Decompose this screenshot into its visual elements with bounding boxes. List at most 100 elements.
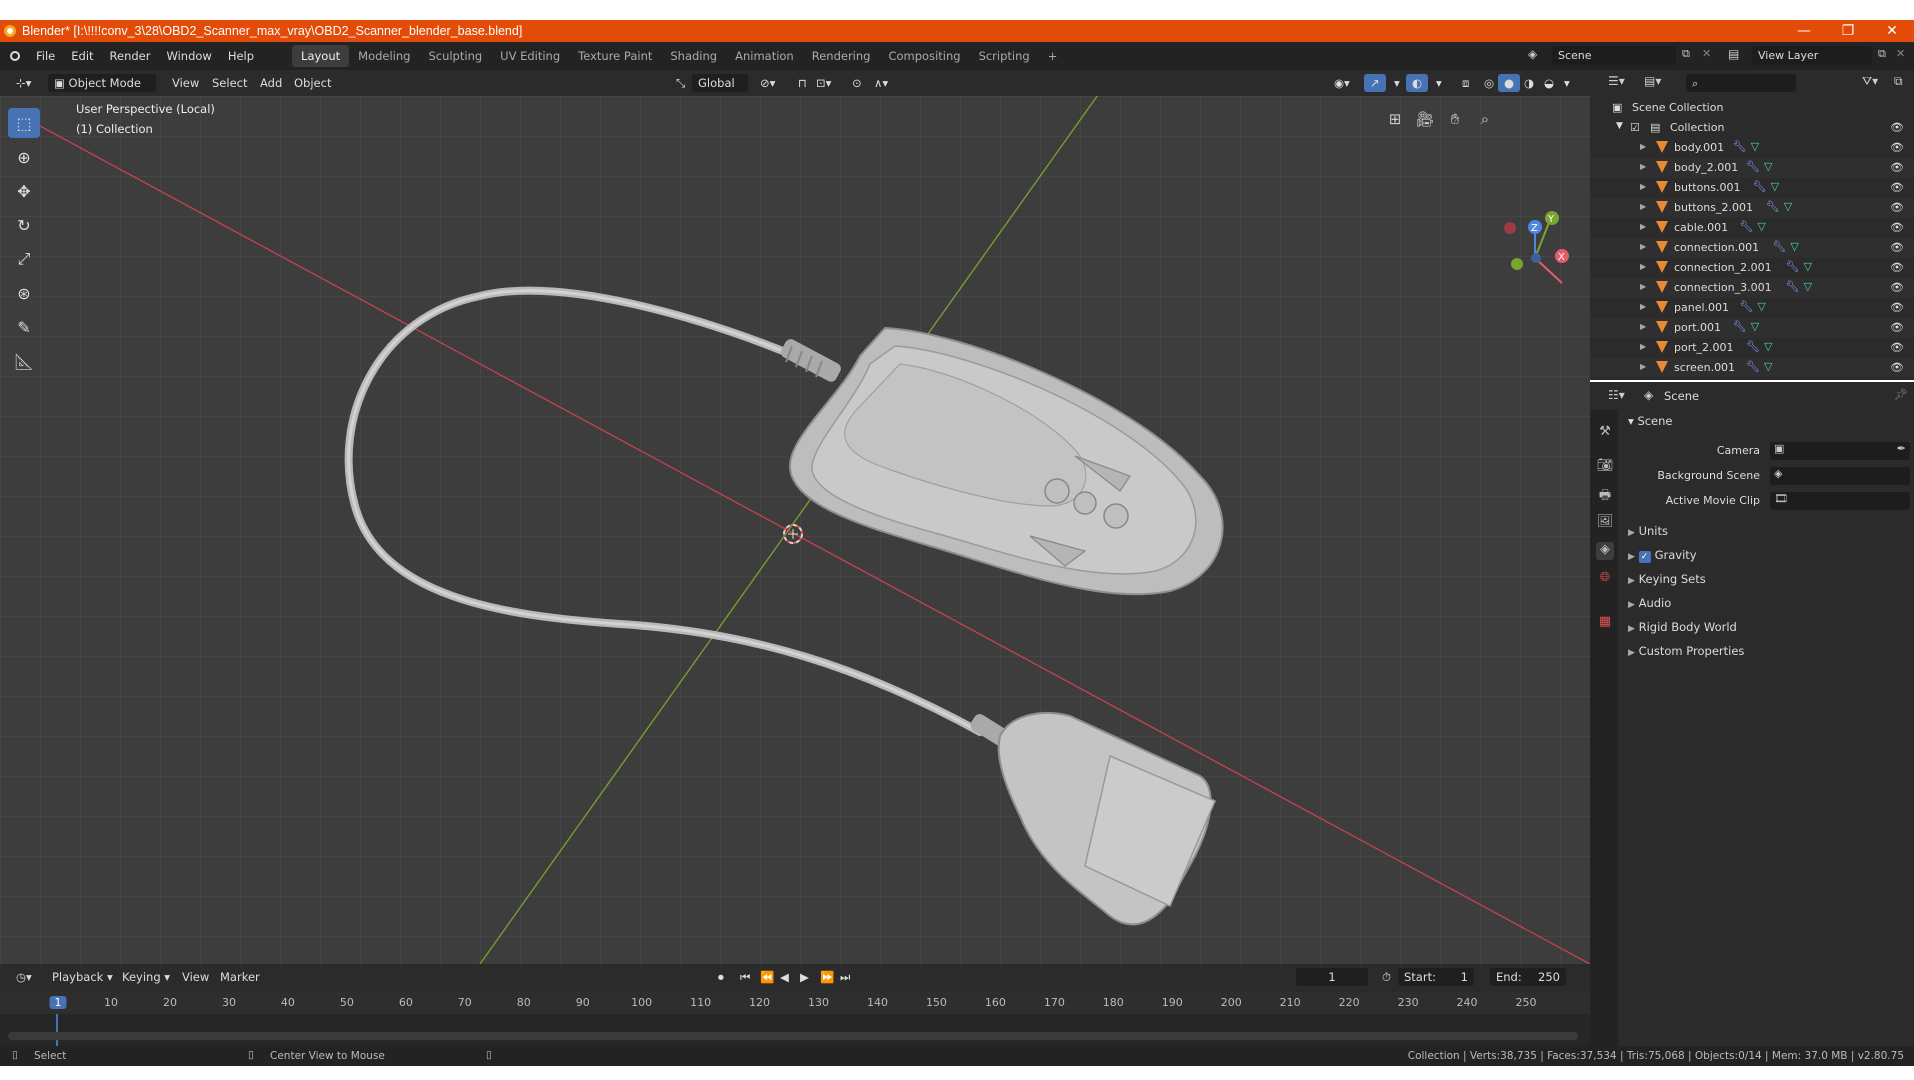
rotate-icon[interactable]: ↻ — [8, 210, 40, 240]
falloff-icon[interactable]: ∧▾ — [868, 74, 894, 92]
frame-ruler[interactable]: 1 10 20 30 40 50 60 70 80 90 100 110 120 130 140 150 160… — [0, 992, 1590, 1014]
mesh-data-icon[interactable]: ▽ — [1804, 280, 1812, 293]
menu-file[interactable]: File — [28, 49, 63, 63]
new-scene-icon[interactable]: ⧉ — [1682, 47, 1690, 61]
menu-window[interactable]: Window — [158, 49, 219, 63]
material-shading-icon[interactable]: ◑ — [1518, 74, 1540, 92]
outliner-scene-collection[interactable]: ▣ Scene Collection — [1590, 98, 1914, 118]
play-reverse-icon[interactable]: ◀ — [774, 968, 795, 986]
filter-icon[interactable]: ⛛▾ — [1862, 74, 1878, 89]
end-frame-field[interactable]: End: 250 — [1490, 968, 1566, 986]
expand-icon[interactable]: ▶ — [1640, 362, 1646, 371]
mode-selector[interactable]: ▣ Object Mode ▾ — [48, 74, 156, 108]
properties-subsection[interactable]: ▶ Rigid Body World — [1628, 620, 1737, 634]
mesh-data-icon[interactable]: ▽ — [1771, 180, 1779, 193]
gizmo-dropdown-icon[interactable]: ▾ — [1388, 74, 1406, 92]
navigation-gizmo[interactable]: Z Y X — [1504, 211, 1569, 284]
timeline-editor-icon[interactable]: ◷▾ — [10, 968, 38, 986]
annotate-icon[interactable]: ✎ — [8, 312, 40, 342]
tab-uv-editing[interactable]: UV Editing — [491, 45, 569, 67]
expand-icon[interactable]: ▶ — [1628, 624, 1635, 634]
expand-icon[interactable]: ▶ — [1640, 182, 1646, 191]
jump-start-icon[interactable]: ⏮ — [734, 968, 756, 986]
tab-rendering[interactable]: Rendering — [803, 45, 880, 67]
close-button[interactable]: ✕ — [1870, 20, 1914, 42]
delete-view-layer-icon[interactable]: ✕ — [1896, 47, 1905, 60]
tab-texture-paint[interactable]: Texture Paint — [569, 45, 661, 67]
xray-icon[interactable]: ⧈ — [1456, 74, 1475, 92]
eye-icon[interactable]: 👁︎ — [1890, 201, 1904, 214]
outliner-object-row[interactable]: ▶ connection_3.001 🔧︎ ▽ 👁︎ — [1590, 278, 1914, 298]
outliner-object-row[interactable]: ▶ body.001 🔧︎ ▽ 👁︎ — [1590, 138, 1914, 158]
modifier-wrench-icon[interactable]: 🔧︎ — [1733, 140, 1747, 153]
timeline-scrollbar[interactable] — [8, 1032, 1578, 1040]
modifier-wrench-icon[interactable]: 🔧︎ — [1739, 300, 1753, 313]
start-frame-field[interactable]: Start: 1 — [1398, 968, 1474, 986]
expand-icon[interactable]: ▶ — [1640, 262, 1646, 271]
collapse-icon[interactable]: ▼ — [1616, 121, 1623, 131]
tab-animation[interactable]: Animation — [726, 45, 803, 67]
mesh-data-icon[interactable]: ▽ — [1751, 140, 1759, 153]
pin-icon[interactable]: 📌︎ — [1894, 388, 1908, 401]
properties-subsection[interactable]: ▶ Audio — [1628, 596, 1671, 610]
menu-timeline-view[interactable]: View — [176, 968, 215, 986]
active-movie-clip-field[interactable]: 🎞︎ — [1770, 492, 1910, 510]
new-collection-icon[interactable]: ⧉ — [1894, 74, 1903, 89]
menu-marker[interactable]: Marker — [214, 968, 266, 986]
expand-icon[interactable]: ▶ — [1640, 342, 1646, 351]
eye-icon[interactable]: 👁︎ — [1890, 361, 1904, 374]
mesh-data-icon[interactable]: ▽ — [1764, 360, 1772, 373]
background-scene-field[interactable]: ◈ — [1770, 467, 1910, 485]
current-frame-field[interactable]: 1 — [1296, 968, 1368, 986]
cursor-icon[interactable]: ⊕ — [8, 142, 40, 172]
modifier-wrench-icon[interactable]: 🔧︎ — [1753, 180, 1767, 193]
orientation-selector[interactable]: Global — [692, 74, 748, 92]
shading-dropdown-icon[interactable]: ▾ — [1558, 74, 1576, 92]
snap-target-icon[interactable]: ⊡▾ — [810, 74, 837, 92]
outliner-object-row[interactable]: ▶ connection.001 🔧︎ ▽ 👁︎ — [1590, 238, 1914, 258]
expand-icon[interactable]: ▶ — [1628, 528, 1635, 538]
eye-icon[interactable]: 👁︎ — [1890, 301, 1904, 314]
delete-scene-icon[interactable]: ✕ — [1702, 47, 1711, 60]
menu-view[interactable]: View — [166, 74, 205, 92]
menu-add[interactable]: Add — [254, 74, 288, 92]
mesh-data-icon[interactable]: ▽ — [1757, 220, 1765, 233]
overlay-toggle-icon[interactable]: ◐ — [1406, 74, 1429, 92]
scene-selector-icon[interactable]: ◈ — [1528, 47, 1537, 61]
transform-icon[interactable]: ⊛ — [8, 278, 40, 308]
menu-keying[interactable]: Keying ▾ — [116, 968, 176, 986]
menu-edit[interactable]: Edit — [63, 49, 101, 63]
outliner-object-row[interactable]: ▶ panel.001 🔧︎ ▽ 👁︎ — [1590, 298, 1914, 318]
tab-scripting[interactable]: Scripting — [970, 45, 1039, 67]
rendered-shading-icon[interactable]: ◒ — [1538, 74, 1560, 92]
expand-icon[interactable]: ▶ — [1628, 552, 1635, 562]
properties-subsection[interactable]: ▶ Units — [1628, 524, 1668, 538]
tool-props-icon[interactable]: ⚒ — [1596, 424, 1614, 442]
menu-help[interactable]: Help — [220, 49, 262, 63]
timeline-body[interactable]: 1 10 20 30 40 50 60 70 80 90 100 110 120 130 140 150 160… — [0, 992, 1590, 1046]
mesh-data-icon[interactable]: ▽ — [1764, 160, 1772, 173]
move-icon[interactable]: ✥ — [8, 176, 40, 206]
stopwatch-icon[interactable]: ⏱ — [1376, 968, 1397, 986]
eye-icon[interactable]: 👁︎ — [1890, 161, 1904, 174]
visibility-icon[interactable]: ◉▾ — [1328, 74, 1356, 92]
tab-modeling[interactable]: Modeling — [349, 45, 419, 67]
pivot-icon[interactable]: ⊘▾ — [754, 74, 781, 92]
eye-icon[interactable]: 👁︎ — [1890, 181, 1904, 194]
eye-icon[interactable]: 👁︎ — [1890, 221, 1904, 234]
view-layer-selector[interactable]: View Layer — [1752, 46, 1872, 65]
modifier-wrench-icon[interactable]: 🔧︎ — [1786, 260, 1800, 273]
blender-menu-icon[interactable] — [10, 51, 20, 61]
modifier-wrench-icon[interactable]: 🔧︎ — [1746, 160, 1760, 173]
menu-object[interactable]: Object — [288, 74, 337, 92]
tab-sculpting[interactable]: Sculpting — [419, 45, 491, 67]
new-view-layer-icon[interactable]: ⧉ — [1878, 47, 1886, 61]
menu-select[interactable]: Select — [206, 74, 253, 92]
camera-view-icon[interactable]: 🎥︎ — [1412, 106, 1438, 132]
orientation-icon[interactable]: ⤡ — [670, 74, 691, 92]
outliner-object-row[interactable]: ▶ connection_2.001 🔧︎ ▽ 👁︎ — [1590, 258, 1914, 278]
expand-icon[interactable]: ▶ — [1640, 282, 1646, 291]
scene-section-header[interactable]: ▾ Scene — [1628, 414, 1673, 428]
outliner-collection[interactable]: ▼ ☑ ▤ Collection 👁︎ — [1590, 118, 1914, 138]
expand-icon[interactable]: ▶ — [1640, 322, 1646, 331]
